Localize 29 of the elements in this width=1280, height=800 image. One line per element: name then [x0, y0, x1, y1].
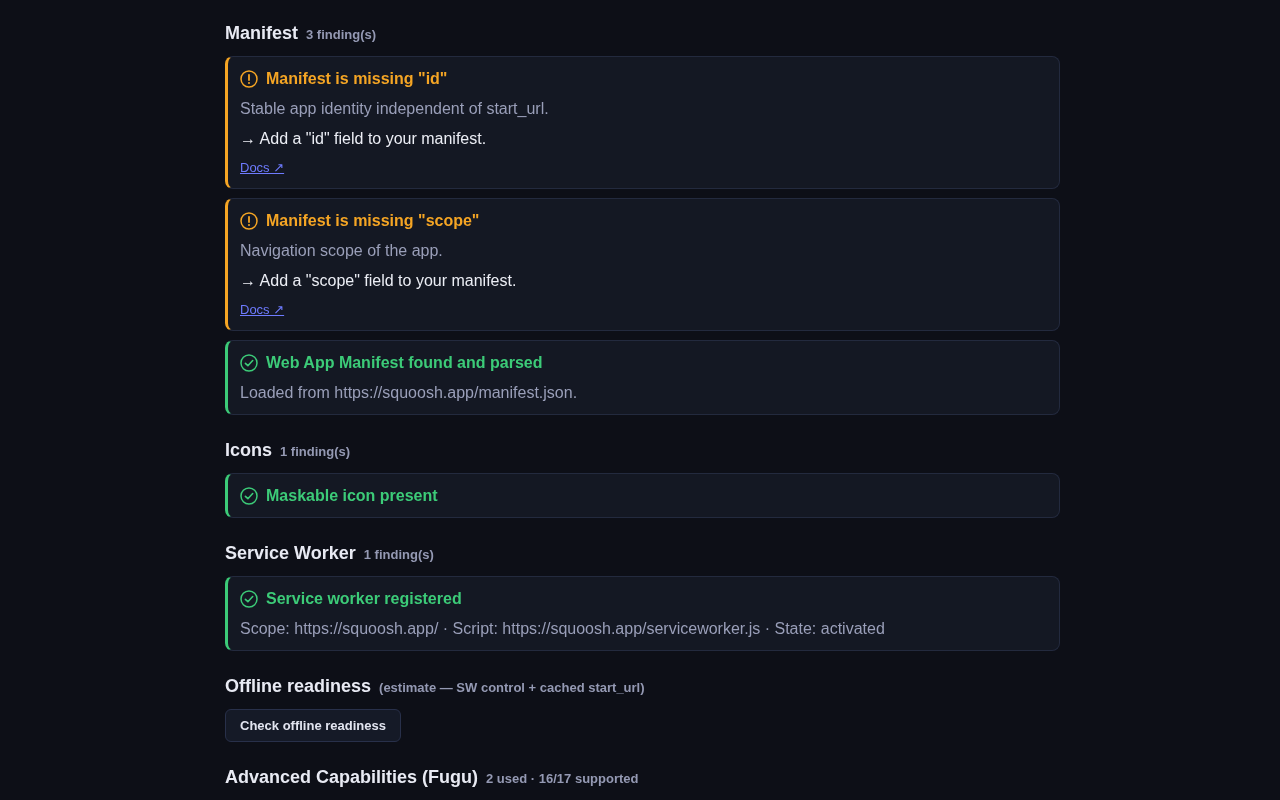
section-meta: (estimate — SW control + cached start_url) — [379, 679, 645, 697]
finding-title: Service worker registered — [266, 590, 462, 608]
finding-description: Navigation scope of the app. — [240, 241, 443, 261]
finding-description: Scope: https://squoosh.app/ · Script: https://squoosh.app/serviceworker.js · State: activated — [240, 619, 885, 639]
section-meta: 1 finding(s) — [363, 546, 434, 564]
check-circle-icon — [240, 487, 258, 505]
finding-description: Stable app identity independent of start_url. — [240, 99, 549, 119]
section-heading: Manifest — [225, 22, 298, 45]
check-circle-icon — [240, 590, 258, 608]
section-heading: Icons — [225, 439, 272, 462]
section-heading: Service Worker — [225, 542, 356, 565]
docs-link[interactable]: Docs ↗ — [240, 300, 285, 320]
section-heading: Offline readiness — [225, 675, 372, 698]
finding-fix: → Add a "id" field to your manifest. — [240, 129, 487, 149]
section-heading: Advanced Capabilities (Fugu) — [225, 766, 479, 789]
warning-circle-icon — [240, 70, 258, 88]
finding-title: Web App Manifest found and parsed — [266, 354, 543, 372]
section-meta: 3 finding(s) — [306, 26, 377, 44]
check-offline-button[interactable]: Check offline readiness — [225, 709, 401, 742]
finding-title: Manifest is missing "scope" — [266, 212, 480, 230]
finding-fix: → Add a "scope" field to your manifest. — [240, 271, 517, 291]
section-meta: 1 finding(s) — [280, 443, 351, 461]
finding-description: Loaded from https://squoosh.app/manifest.json. — [240, 383, 578, 403]
warning-circle-icon — [240, 212, 258, 230]
finding-title: Maskable icon present — [266, 487, 438, 505]
check-circle-icon — [240, 354, 258, 372]
section-meta: 2 used · 16/17 supported — [486, 770, 639, 788]
finding-title: Manifest is missing "id" — [266, 70, 448, 88]
docs-link[interactable]: Docs ↗ — [240, 158, 285, 178]
